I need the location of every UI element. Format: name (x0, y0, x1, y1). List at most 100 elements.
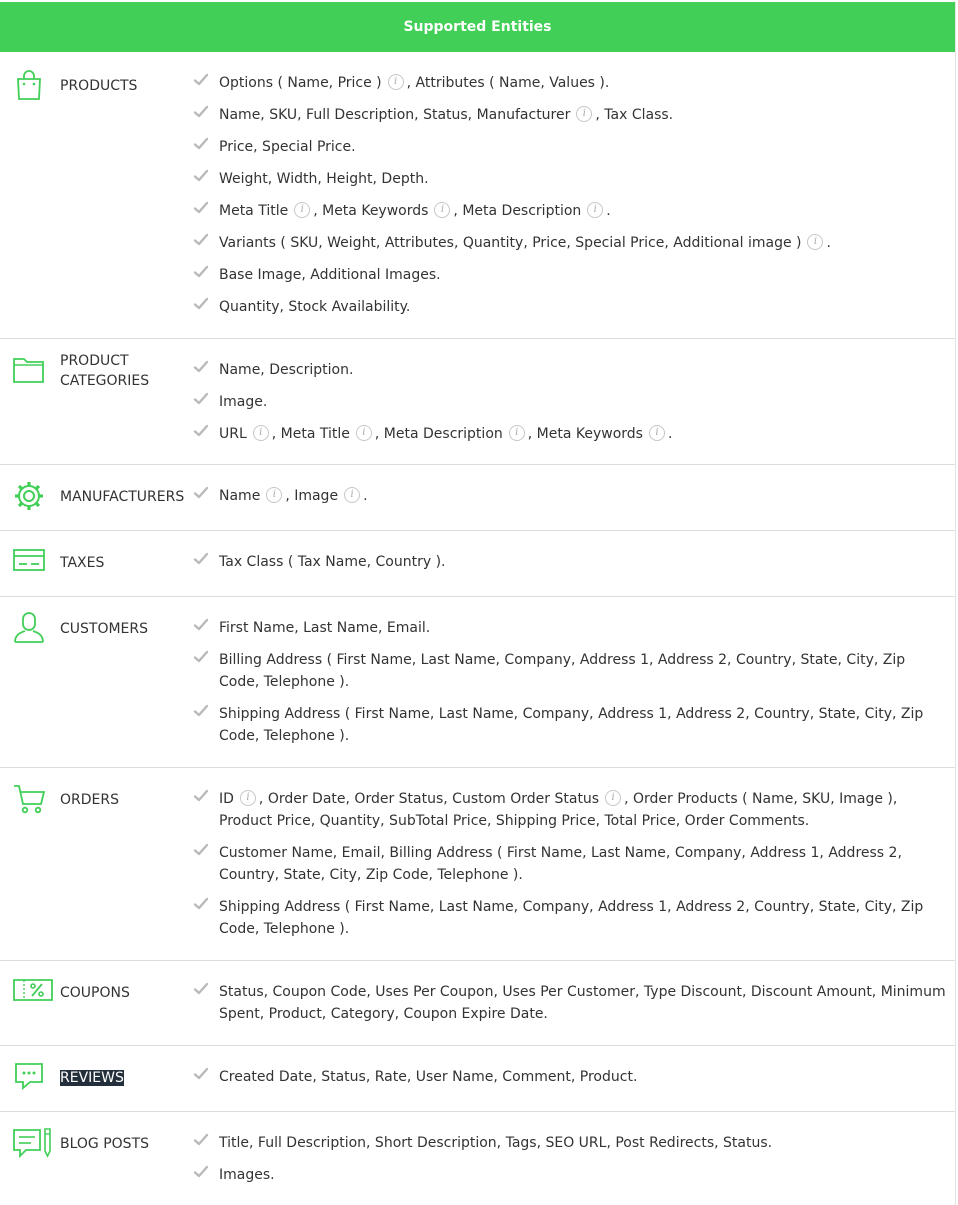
check-icon (193, 392, 209, 405)
check-icon (193, 1133, 209, 1146)
info-icon[interactable]: i (587, 202, 604, 218)
field-item: Customer Name, Email, Billing Address ( … (193, 842, 947, 886)
field-text: , Meta Description (453, 203, 582, 219)
field-text: Title, Full Description, Short Descripti… (219, 1135, 773, 1151)
check-icon (193, 486, 209, 499)
field-text: Weight, Width, Height, Depth. (219, 171, 429, 187)
check-icon (193, 552, 209, 565)
section-taxes: TAXES Tax Class ( Tax Name, Country ). (0, 531, 955, 597)
check-icon (193, 843, 209, 856)
field-text: Status, Coupon Code, Uses Per Coupon, Us… (219, 984, 946, 1022)
field-item: Shipping Address ( First Name, Last Name… (193, 896, 947, 940)
section-orders: ORDERS ID i, Order Date, Order Status, Cus… (0, 768, 955, 961)
info-icon[interactable]: i (239, 790, 256, 806)
field-text: Base Image, Additional Images. (219, 267, 441, 283)
check-icon (193, 618, 209, 631)
info-icon[interactable]: i (807, 234, 824, 250)
field-item: Images. (193, 1164, 947, 1186)
section-title-text: PRODUCT CATEGORIES (60, 353, 150, 389)
section-title-coupons: COUPONS (60, 983, 185, 1003)
section-title-text: REVIEWS (60, 1070, 124, 1086)
info-icon[interactable]: i (387, 74, 404, 90)
field-list-products: Options ( Name, Price ) i, Attributes ( N… (193, 72, 947, 328)
field-item: Name i, Image i. (193, 485, 947, 507)
field-text: Tax Class ( Tax Name, Country ). (219, 554, 446, 570)
info-icon[interactable]: i (252, 425, 269, 441)
panel-title: Supported Entities (403, 19, 552, 35)
folder-icon (12, 355, 52, 391)
section-title-customers: CUSTOMERS (60, 619, 185, 639)
field-item: Base Image, Additional Images. (193, 264, 947, 286)
check-icon (193, 137, 209, 150)
credit-card-icon (12, 547, 52, 583)
section-title-text: PRODUCTS (60, 78, 138, 94)
field-text: Created Date, Status, Rate, User Name, C… (219, 1069, 638, 1085)
field-list-taxes: Tax Class ( Tax Name, Country ). (193, 551, 947, 583)
field-item: Options ( Name, Price ) i, Attributes ( N… (193, 72, 947, 94)
field-text: . (667, 426, 673, 442)
field-text: , Meta Keywords (313, 203, 429, 219)
panel-header: Supported Entities (0, 2, 955, 52)
check-icon (193, 265, 209, 278)
section-manufacturers: MANUFACTURERS Name i, Image i. (0, 465, 955, 531)
field-text: Name, SKU, Full Description, Status, Man… (219, 107, 571, 123)
field-list-manufacturers: Name i, Image i. (193, 485, 947, 517)
field-item: Billing Address ( First Name, Last Name,… (193, 649, 947, 693)
info-icon[interactable]: i (576, 106, 593, 122)
field-text: . (826, 235, 831, 251)
field-item: Shipping Address ( First Name, Last Name… (193, 703, 947, 747)
section-product-categories: PRODUCT CATEGORIES Name, Description. Imag… (0, 339, 955, 465)
field-item: Name, Description. (193, 359, 947, 381)
gear-icon (12, 479, 52, 515)
section-customers: CUSTOMERS First Name, Last Name, Email. Bi… (0, 597, 955, 768)
field-text: URL (219, 426, 247, 442)
field-text: , Tax Class. (595, 107, 674, 123)
section-reviews: REVIEWS Created Date, Status, Rate, User … (0, 1046, 955, 1112)
check-icon (193, 650, 209, 663)
check-icon (193, 297, 209, 310)
field-item: Status, Coupon Code, Uses Per Coupon, Us… (193, 981, 947, 1025)
field-item: URL i, Meta Title i, Meta Description i, Me… (193, 423, 947, 445)
field-list-reviews: Created Date, Status, Rate, User Name, C… (193, 1066, 947, 1098)
field-item: Title, Full Description, Short Descripti… (193, 1132, 947, 1154)
section-coupons: COUPONS Status, Coupon Code, Uses Per Cou… (0, 961, 955, 1046)
info-icon[interactable]: i (294, 202, 311, 218)
check-icon (193, 704, 209, 717)
check-icon (193, 360, 209, 373)
blog-edit-icon (12, 1126, 52, 1162)
info-icon[interactable]: i (508, 425, 525, 441)
info-icon[interactable]: i (605, 790, 622, 806)
entities-list: PRODUCTS Options ( Name, Price ) i, Attrib… (0, 52, 955, 1203)
check-icon (193, 897, 209, 910)
field-text: . (606, 203, 611, 219)
check-icon (193, 233, 209, 246)
info-icon[interactable]: i (648, 425, 665, 441)
info-icon[interactable]: i (344, 487, 361, 503)
supported-entities-panel: Supported Entities PRODUCTS Options ( Nam… (0, 2, 956, 1205)
section-title-text: MANUFACTURERS (60, 489, 185, 505)
field-item: Created Date, Status, Rate, User Name, C… (193, 1066, 947, 1088)
field-list-product-categories: Name, Description. Image. URL i, Meta Title… (193, 359, 947, 455)
field-item: Variants ( SKU, Weight, Attributes, Quan… (193, 232, 947, 254)
section-title-text: TAXES (60, 555, 105, 571)
info-icon[interactable]: i (355, 425, 372, 441)
check-icon (193, 105, 209, 118)
field-text: , Order Date, Order Status, Custom Order… (258, 791, 600, 807)
check-icon (193, 1165, 209, 1178)
check-icon (193, 201, 209, 214)
info-icon[interactable]: i (434, 202, 451, 218)
field-text: Meta Title (219, 203, 289, 219)
info-icon[interactable]: i (266, 487, 283, 503)
field-list-customers: First Name, Last Name, Email. Billing Add… (193, 617, 947, 757)
section-title-products: PRODUCTS (60, 76, 185, 96)
section-products: PRODUCTS Options ( Name, Price ) i, Attrib… (0, 52, 955, 339)
field-text: Price, Special Price. (219, 139, 356, 155)
field-text: First Name, Last Name, Email. (219, 620, 431, 636)
field-text: ID (219, 791, 234, 807)
section-title-product-categories: PRODUCT CATEGORIES (60, 351, 185, 391)
field-text: Options ( Name, Price ) (219, 75, 382, 91)
section-title-reviews: REVIEWS (60, 1068, 185, 1088)
field-text: Name, Description. (219, 362, 354, 378)
field-text: Variants ( SKU, Weight, Attributes, Quan… (219, 235, 802, 251)
check-icon (193, 424, 209, 437)
